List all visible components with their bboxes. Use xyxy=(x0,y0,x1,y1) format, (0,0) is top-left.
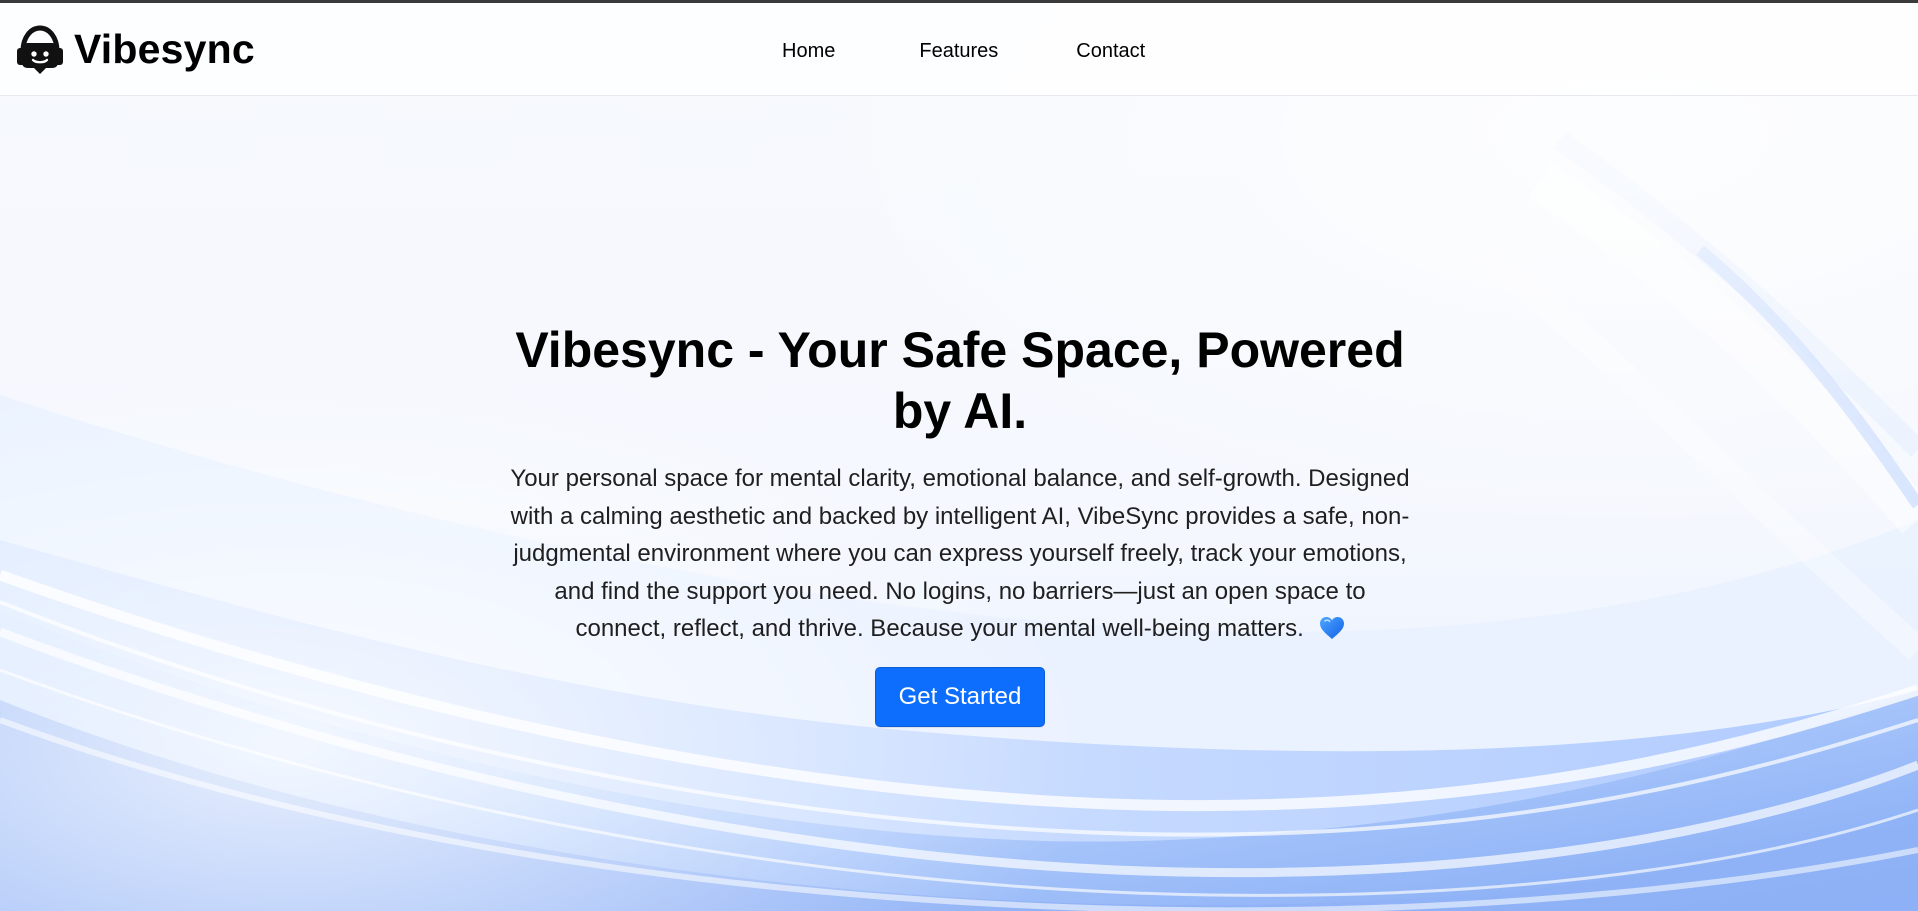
nav-features-link[interactable]: Features xyxy=(897,37,1020,65)
browser-top-strip xyxy=(0,0,1918,3)
brand-name: Vibesync xyxy=(74,25,255,72)
headset-chat-icon xyxy=(17,25,63,74)
nav-home-link[interactable]: Home xyxy=(760,37,857,65)
brand-logo[interactable]: Vibesync xyxy=(14,23,255,75)
get-started-button[interactable]: Get Started xyxy=(875,666,1045,727)
blue-heart-icon xyxy=(1319,617,1344,639)
hero-description-text: Your personal space for mental clarity, … xyxy=(510,465,1410,642)
nav-contact-link[interactable]: Contact xyxy=(1054,37,1167,65)
hero-title: Vibesync - Your Safe Space, Powered by A… xyxy=(515,322,1405,439)
top-navigation-bar: Vibesync Home Features Contact xyxy=(0,3,1918,96)
hero-description: Your personal space for mental clarity, … xyxy=(510,460,1410,648)
hero-section: Vibesync - Your Safe Space, Powered by A… xyxy=(500,320,1420,727)
main-nav: Home Features Contact xyxy=(760,37,1167,65)
